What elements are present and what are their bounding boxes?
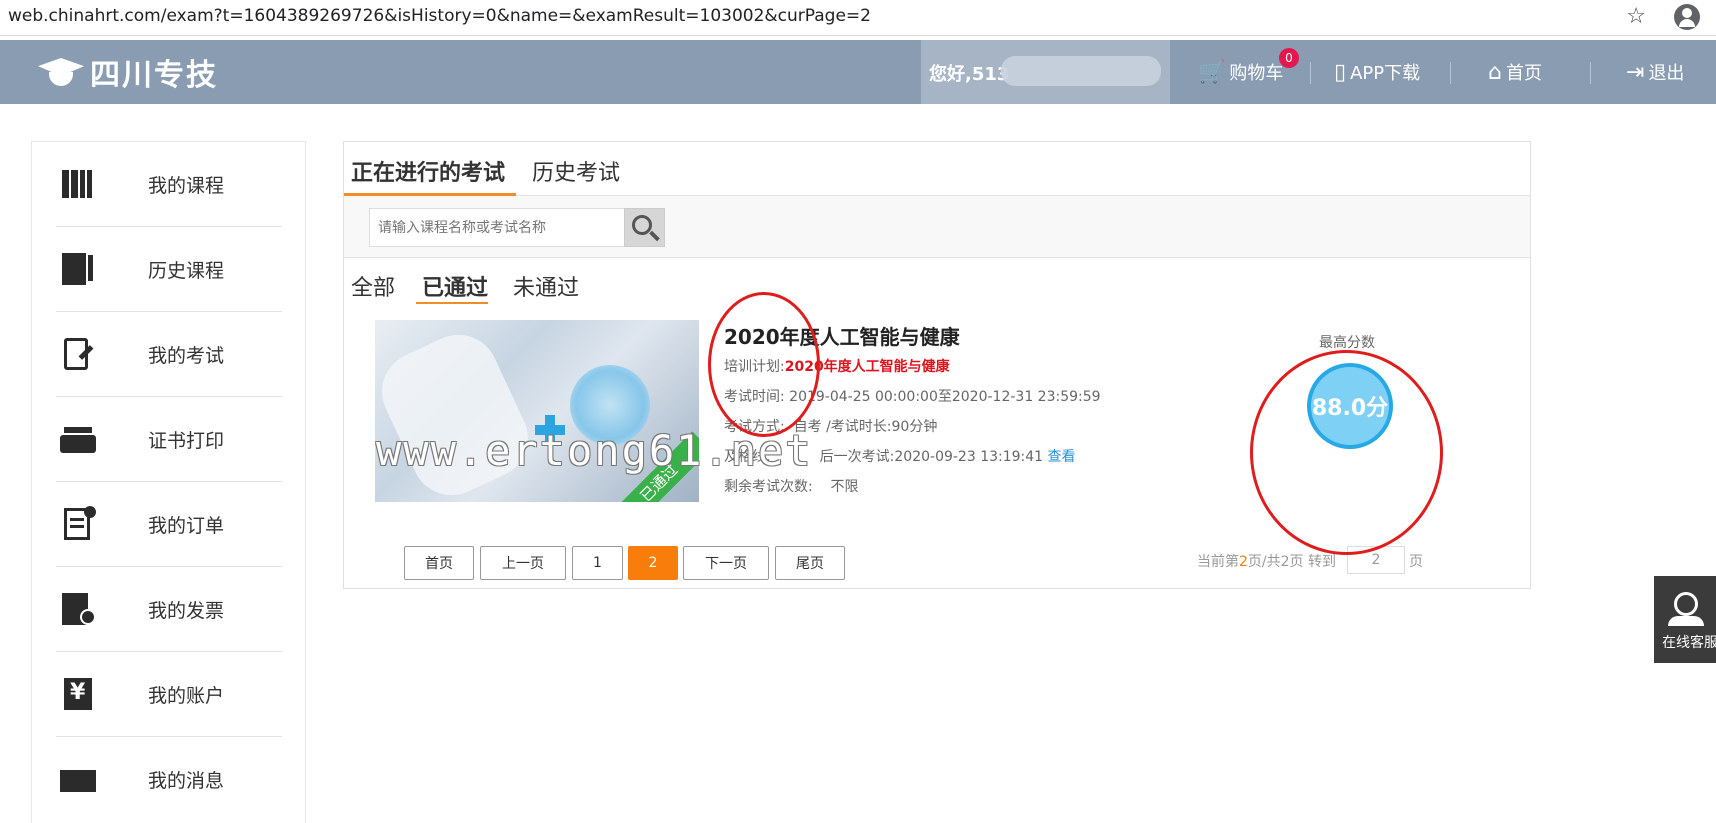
sidebar-item-label: 证书打印 — [148, 429, 225, 452]
url-text[interactable]: web.chinahrt.com/exam?t=1604389269726&is… — [8, 6, 871, 26]
tab-ongoing-exams[interactable]: 正在进行的考试 — [351, 155, 505, 187]
pager-page-2[interactable]: 2 — [628, 546, 678, 580]
sidebar-item-label: 我的发票 — [148, 599, 225, 622]
watermark-text: www.ertong61.net — [376, 426, 813, 475]
logo-text: 四川专技 — [90, 58, 218, 93]
site-logo[interactable]: 四川专技 — [36, 52, 218, 93]
sidebar-item-label: 我的账户 — [148, 684, 225, 707]
pager-info: 当前第2页/共2页 转到 — [1197, 554, 1336, 570]
annotation-circle-year — [708, 292, 820, 437]
home-label: 首页 — [1505, 63, 1542, 84]
printer-icon — [60, 421, 96, 457]
nav-divider — [1450, 62, 1451, 84]
sidebar: 我的课程 历史课程 我的考试 证书打印 我的订单 我的发票 ¥ 我的账户 我的消… — [31, 141, 306, 823]
sidebar-item-my-invoices[interactable]: 我的发票 — [56, 567, 282, 652]
remaining-attempts: 剩余考试次数: 不限 — [724, 479, 859, 495]
filter-all[interactable]: 全部 — [351, 270, 395, 302]
app-download-label: APP下载 — [1350, 63, 1421, 84]
pager-last-button[interactable]: 尾页 — [775, 546, 845, 580]
sidebar-item-my-courses[interactable]: 我的课程 — [56, 142, 282, 227]
logout-icon: ⇥ — [1626, 59, 1645, 85]
cart-icon: 🛒 — [1198, 59, 1226, 85]
home-link[interactable]: ⌂ 首页 — [1488, 40, 1542, 104]
document-pen-icon — [60, 251, 96, 287]
filter-failed[interactable]: 未通过 — [513, 270, 579, 302]
exam-edit-icon — [60, 336, 96, 372]
graduation-cap-icon — [36, 54, 86, 90]
annotation-circle-score — [1250, 350, 1443, 555]
order-clipboard-icon — [60, 506, 96, 542]
cart-label: 购物车 — [1229, 63, 1284, 84]
blurred-username — [1001, 56, 1161, 86]
sidebar-item-label: 我的考试 — [148, 344, 225, 367]
greeting-text: 您好,513 — [929, 64, 1010, 85]
logout-link[interactable]: ⇥ 退出 — [1626, 40, 1684, 104]
exam-tabs: 正在进行的考试 历史考试 — [344, 142, 1530, 196]
cart-link[interactable]: 🛒 购物车 — [1198, 40, 1283, 104]
sidebar-item-my-account[interactable]: ¥ 我的账户 — [56, 652, 282, 737]
score-label: 最高分数 — [1319, 335, 1375, 351]
sidebar-item-my-messages[interactable]: 我的消息 — [56, 737, 282, 822]
yen-account-icon: ¥ — [60, 676, 96, 712]
sidebar-item-certificate-print[interactable]: 证书打印 — [56, 397, 282, 482]
envelope-icon — [60, 762, 96, 798]
phone-icon: ▯ — [1334, 59, 1347, 85]
app-download-link[interactable]: ▯ APP下载 — [1334, 40, 1420, 104]
nav-divider — [1590, 62, 1591, 84]
logout-label: 退出 — [1648, 63, 1685, 84]
sidebar-item-my-exams[interactable]: 我的考试 — [56, 312, 282, 397]
search-input[interactable] — [369, 208, 625, 247]
site-header: 四川专技 您好,513 🛒 购物车 0 ▯ APP下载 ⌂ 首页 ⇥ 退出 — [0, 40, 1716, 104]
online-service-label: 在线客服 — [1662, 635, 1716, 651]
invoice-icon — [60, 591, 96, 627]
sidebar-item-label: 我的订单 — [148, 514, 225, 537]
tab-history-exams[interactable]: 历史考试 — [532, 155, 620, 187]
headset-icon — [1674, 592, 1698, 616]
view-link[interactable]: 查看 — [1048, 449, 1076, 465]
sidebar-item-label: 我的消息 — [148, 770, 225, 792]
bookmark-star-icon[interactable]: ☆ — [1626, 4, 1646, 29]
books-icon — [60, 166, 96, 202]
user-greeting: 您好,513 — [921, 40, 1170, 104]
pager-next-button[interactable]: 下一页 — [683, 546, 769, 580]
pager-prev-button[interactable]: 上一页 — [480, 546, 566, 580]
home-icon: ⌂ — [1488, 59, 1502, 85]
profile-icon[interactable] — [1674, 4, 1700, 30]
sidebar-item-label: 我的课程 — [148, 174, 225, 197]
online-service-button[interactable]: 在线客服 — [1654, 576, 1716, 663]
sidebar-item-my-orders[interactable]: 我的订单 — [56, 482, 282, 567]
browser-address-bar: web.chinahrt.com/exam?t=1604389269726&is… — [0, 0, 1716, 36]
filter-passed[interactable]: 已通过 — [422, 270, 488, 302]
sidebar-item-label: 历史课程 — [148, 259, 225, 282]
cart-count-badge: 0 — [1279, 48, 1299, 68]
pager-first-button[interactable]: 首页 — [404, 546, 474, 580]
search-row — [344, 196, 1530, 258]
pager-page-1[interactable]: 1 — [572, 546, 623, 580]
goto-suffix: 页 — [1409, 554, 1423, 570]
sidebar-item-history-courses[interactable]: 历史课程 — [56, 227, 282, 312]
search-button[interactable] — [624, 208, 665, 247]
nav-divider — [1310, 62, 1311, 84]
active-filter-indicator — [416, 302, 488, 304]
